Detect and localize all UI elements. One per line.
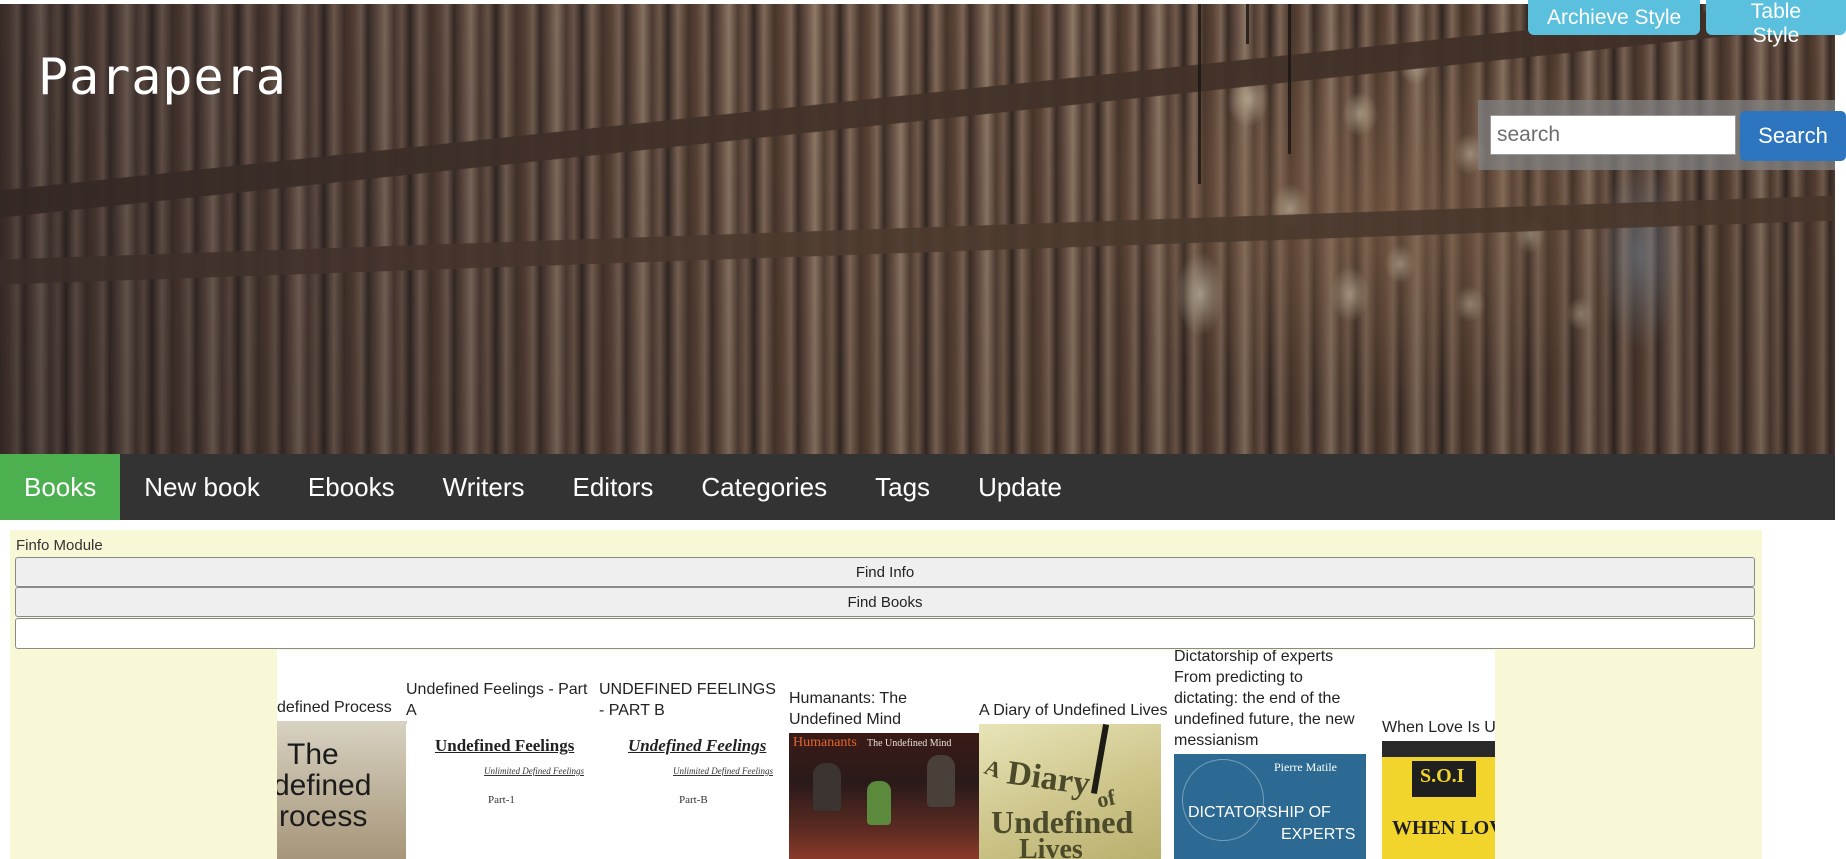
lamp-wire — [1288, 4, 1291, 154]
find-books-button[interactable]: Find Books — [15, 587, 1755, 617]
book-card[interactable]: When Love Is Un S.O.I WHEN LOVE IS UND — [1382, 717, 1495, 859]
book-card[interactable]: defined Process The defined rocess — [277, 697, 407, 859]
book-title: A Diary of Undefined Lives — [979, 702, 1168, 719]
book-title: Undefined Feelings - Part A — [406, 681, 588, 719]
book-cover: Pierre Matile DICTATORSHIP OF EXPERTS — [1174, 754, 1366, 859]
site-title: Parapera — [38, 48, 287, 106]
module-label: Finfo Module — [16, 537, 103, 554]
book-cover: A Diary of Undefined Lives — [979, 724, 1161, 859]
book-cover: Undefined Feelings Unlimited Defined Fee… — [406, 724, 596, 859]
finfo-input[interactable] — [15, 618, 1755, 649]
nav-item-tags[interactable]: Tags — [851, 454, 954, 520]
cover-band — [1382, 741, 1495, 757]
archive-style-button[interactable]: Archieve Style — [1528, 0, 1701, 35]
book-cover: The defined rocess — [277, 721, 407, 859]
figure-shape — [927, 755, 955, 807]
main-nav: Books New book Ebooks Writers Editors Ca… — [0, 454, 1835, 520]
nav-item-writers[interactable]: Writers — [419, 454, 549, 520]
book-cover: Undefined Feelings Unlimited Defined Fee… — [599, 724, 789, 859]
find-info-button[interactable]: Find Info — [15, 557, 1755, 587]
book-carousel: defined Process The defined rocess Undef… — [277, 650, 1495, 859]
nav-item-ebooks[interactable]: Ebooks — [284, 454, 419, 520]
finfo-module: Finfo Module Find Info Find Books define… — [10, 530, 1762, 859]
book-title: defined Process — [277, 699, 392, 716]
figure-shape — [867, 781, 891, 825]
book-card[interactable]: Dictatorship of experts From predicting … — [1174, 650, 1369, 859]
lamp-wire — [1198, 4, 1201, 184]
search-panel: Search — [1478, 100, 1846, 170]
figure-shape — [813, 763, 841, 811]
cover-text: The defined rocess — [277, 738, 372, 833]
search-button[interactable]: Search — [1740, 111, 1846, 161]
cover-stroke — [1090, 724, 1110, 794]
header-banner: Parapera — [0, 4, 1835, 454]
book-title: When Love Is Un — [1382, 719, 1495, 736]
nav-item-editors[interactable]: Editors — [548, 454, 677, 520]
book-card[interactable]: A Diary of Undefined Lives A Diary of Un… — [979, 700, 1174, 859]
book-cover: Humanants The Undefined Mind — [789, 733, 979, 859]
nav-item-new-book[interactable]: New book — [120, 454, 284, 520]
lamp-wire — [1246, 4, 1249, 44]
cover-circle — [1182, 759, 1264, 841]
book-title: Humanants: The Undefined Mind — [789, 690, 907, 728]
book-card[interactable]: Humanants: The Undefined Mind Humanants … — [789, 688, 979, 859]
book-cover: S.O.I WHEN LOVE IS UND — [1382, 741, 1495, 859]
search-input[interactable] — [1490, 115, 1736, 155]
book-card[interactable]: UNDEFINED FEELINGS - PART B Undefined Fe… — [599, 679, 789, 859]
book-card[interactable]: Undefined Feelings - Part A Undefined Fe… — [406, 679, 596, 859]
table-style-button[interactable]: Table Style — [1706, 0, 1846, 47]
book-title: Dictatorship of experts From predicting … — [1174, 650, 1355, 749]
nav-item-books[interactable]: Books — [0, 454, 121, 520]
nav-item-categories[interactable]: Categories — [677, 454, 851, 520]
book-title: UNDEFINED FEELINGS - PART B — [599, 681, 776, 719]
nav-item-update[interactable]: Update — [954, 454, 1086, 520]
